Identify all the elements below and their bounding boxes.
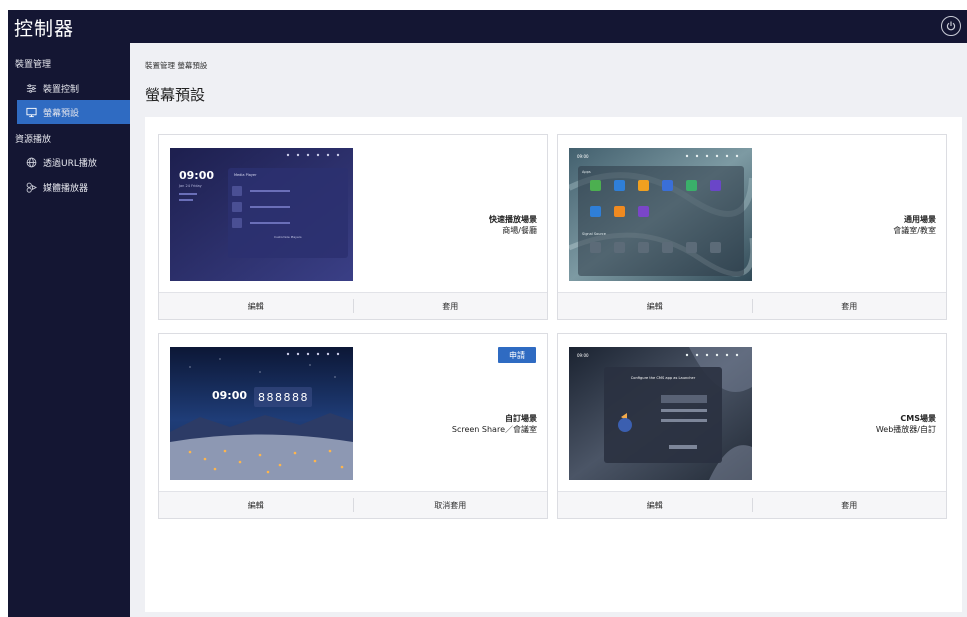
monitor-icon	[25, 106, 37, 118]
scene-subtitle: Web播放器/自訂	[875, 425, 936, 434]
thumb-clock: 09:00	[212, 389, 247, 402]
preset-card-custom: 09:00 888888 申請 自訂場景 Screen Share／會議室 編輯…	[158, 333, 548, 519]
sidebar-item-label: 媒體播放器	[43, 183, 89, 194]
edit-button[interactable]: 編輯	[558, 293, 752, 319]
sidebar-item-label: 裝置控制	[43, 84, 80, 95]
thumb-date: Jan 24 Friday	[178, 184, 202, 188]
sidebar-item-label: 透過URL播放	[43, 158, 97, 169]
globe-icon	[25, 156, 37, 168]
scene-name: 快速播放場景	[489, 215, 537, 224]
edit-button[interactable]: 編輯	[159, 492, 353, 518]
request-button[interactable]: 申請	[498, 347, 536, 363]
scene-subtitle: 會議室/教室	[893, 226, 936, 235]
card-actions: 編輯 取消套用	[159, 491, 547, 518]
preset-thumbnail[interactable]: 09:00 Configure the CMS app as Launcher	[569, 347, 752, 480]
power-icon[interactable]	[941, 16, 961, 36]
preset-thumbnail[interactable]: 09:00 Apps Signal Source	[569, 148, 752, 281]
top-bar: 控制器	[8, 10, 967, 43]
breadcrumb: 裝置管理 螢幕預設	[145, 61, 208, 70]
apply-button[interactable]: 套用	[354, 293, 548, 319]
thumb-code: 888888	[258, 391, 309, 404]
thumb-clock: 09:00	[577, 353, 589, 358]
sidebar-item-url-play[interactable]: 透過URL播放	[17, 150, 130, 174]
sliders-icon	[25, 82, 37, 94]
sidebar-item-device-control[interactable]: 裝置控制	[17, 76, 130, 100]
edit-button[interactable]: 編輯	[159, 293, 353, 319]
card-actions: 編輯 套用	[159, 292, 547, 319]
preset-card-general: 09:00 Apps Signal Source 通用場景 會議室/教室 編輯 …	[557, 134, 947, 320]
thumb-section-signal: Signal Source	[582, 232, 606, 236]
preset-card-quick-play: 09:00 Jan 24 Friday Media Player Customi…	[158, 134, 548, 320]
sidebar-group-device: 裝置管理	[15, 60, 52, 70]
preset-panel: 09:00 Jan 24 Friday Media Player Customi…	[145, 117, 962, 612]
edit-button[interactable]: 編輯	[558, 492, 752, 518]
preset-card-cms: 09:00 Configure the CMS app as Launcher …	[557, 333, 947, 519]
apply-button[interactable]: 套用	[753, 492, 947, 518]
media-player-icon	[25, 181, 37, 193]
thumb-label: Media Player	[234, 173, 257, 177]
preset-thumbnail[interactable]: 09:00 Jan 24 Friday Media Player Customi…	[170, 148, 353, 281]
scene-subtitle: 商場/餐廳	[502, 226, 537, 235]
apply-button[interactable]: 套用	[753, 293, 947, 319]
sidebar-group-resource: 資源播放	[15, 135, 52, 145]
scene-name: 自訂場景	[505, 414, 537, 423]
cancel-apply-button[interactable]: 取消套用	[354, 492, 548, 518]
card-actions: 編輯 套用	[558, 292, 946, 319]
sidebar-item-label: 螢幕預設	[43, 108, 80, 119]
sidebar: 裝置管理 裝置控制 螢幕預設 資源播放 透過URL播放 媒體播放器	[8, 43, 130, 617]
page-title: 螢幕預設	[145, 86, 206, 104]
scene-subtitle: Screen Share／會議室	[451, 425, 537, 434]
thumb-section-apps: Apps	[582, 170, 591, 174]
thumb-clock: 09:00	[179, 169, 214, 182]
sidebar-item-media-player[interactable]: 媒體播放器	[17, 175, 130, 199]
main-content: 裝置管理 螢幕預設 螢幕預設 09:00 Jan 24 Friday Media…	[130, 43, 967, 617]
preset-thumbnail[interactable]: 09:00 888888	[170, 347, 353, 480]
app-title: 控制器	[14, 18, 75, 40]
sidebar-item-screen-preset[interactable]: 螢幕預設	[17, 100, 130, 124]
scene-name: CMS場景	[900, 414, 936, 423]
thumb-footer: Customize Players	[274, 235, 302, 239]
scene-name: 通用場景	[904, 215, 936, 224]
thumb-heading: Configure the CMS app as Launcher	[631, 376, 696, 380]
card-actions: 編輯 套用	[558, 491, 946, 518]
thumb-clock: 09:00	[577, 154, 589, 159]
